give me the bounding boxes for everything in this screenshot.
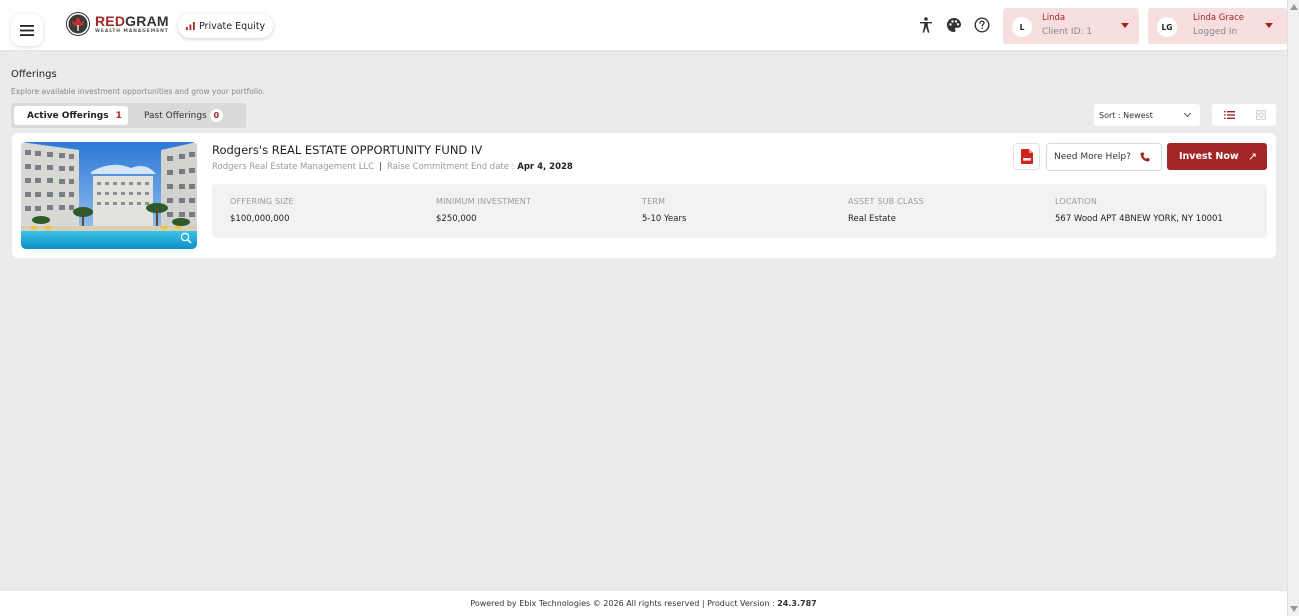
chevron-down-icon [1183, 109, 1192, 118]
user-name: Linda Grace [1193, 13, 1244, 23]
grid-view-button[interactable] [1250, 107, 1272, 123]
sort-dropdown[interactable]: Sort : Newest [1094, 104, 1200, 126]
logo-mark-icon [66, 12, 90, 36]
phone-icon [1140, 152, 1150, 162]
brand-logo[interactable]: REDGRAM WEALTH MANAGEMENT [66, 12, 169, 36]
view-toggle [1212, 104, 1276, 126]
arrow-up-right-icon: ↗ [1247, 150, 1257, 163]
stat-asset-sub-class: ASSET SUB CLASS Real Estate [848, 197, 924, 224]
commitment-date: Apr 4, 2028 [517, 162, 573, 172]
commitment-label: Raise Commitment End date : [386, 162, 515, 172]
offering-title[interactable]: Rodgers's REAL ESTATE OPPORTUNITY FUND I… [212, 143, 482, 157]
palette-icon[interactable] [945, 16, 963, 34]
offering-tabs: Active Offerings 1 Past Offerings 0 [11, 103, 246, 128]
offering-image[interactable] [21, 142, 197, 249]
client-avatar: L [1012, 17, 1032, 37]
product-selector-pill[interactable]: Private Equity [178, 14, 274, 38]
stat-value: 5-10 Years [642, 214, 687, 224]
hamburger-menu-button[interactable] [11, 14, 43, 46]
meta-separator: | [379, 162, 382, 172]
list-view-icon [1223, 111, 1235, 119]
tab-label: Active Offerings [27, 110, 109, 121]
stat-value: 567 Wood APT 4BNEW YORK, NY 10001 [1055, 214, 1223, 224]
offering-meta: Rodgers Real Estate Management LLC | Raise… [212, 162, 573, 172]
invest-now-button[interactable]: Invest Now ↗ [1167, 143, 1267, 170]
accessibility-icon[interactable] [917, 16, 935, 34]
product-pill-label: Private Equity [199, 20, 266, 32]
user-avatar: LG [1157, 17, 1177, 37]
stat-label: MINIMUM INVESTMENT [436, 197, 532, 206]
stat-label: OFFERING SIZE [230, 197, 294, 206]
stat-value: Real Estate [848, 214, 896, 224]
stat-offering-size: OFFERING SIZE $100,000,000 [230, 197, 294, 224]
client-name: Linda [1042, 13, 1066, 23]
client-id: Client ID: 1 [1042, 27, 1093, 37]
brand-name: REDGRAM [95, 12, 169, 29]
stat-label: ASSET SUB CLASS [848, 197, 924, 206]
offering-card[interactable]: Rodgers's REAL ESTATE OPPORTUNITY FUND I… [12, 133, 1276, 258]
caret-down-icon [1265, 23, 1273, 28]
stat-label: TERM [642, 197, 666, 206]
stat-term: TERM 5-10 Years [642, 197, 686, 224]
tab-count-badge: 0 [209, 109, 223, 122]
offering-manager: Rodgers Real Estate Management LLC [212, 162, 375, 172]
vertical-scrollbar[interactable] [1287, 0, 1299, 616]
need-help-button[interactable]: Need More Help? [1046, 143, 1162, 171]
help-circle-icon[interactable] [973, 16, 991, 34]
page-footer: Powered by Ebix Technologies © 2026 All … [0, 590, 1287, 616]
help-label: Need More Help? [1054, 152, 1131, 162]
stat-location: LOCATION 567 Wood APT 4BNEW YORK, NY 100… [1055, 197, 1223, 224]
user-status: Logged In [1193, 27, 1238, 37]
footer-text: Powered by Ebix Technologies © 2026 All … [470, 599, 775, 608]
stat-value: $100,000,000 [230, 214, 290, 224]
brand-tagline: WEALTH MANAGEMENT [95, 28, 169, 34]
tab-past-offerings[interactable]: Past Offerings 0 [144, 106, 223, 125]
caret-down-icon [1121, 23, 1129, 28]
scroll-up-arrow-icon[interactable] [1290, 4, 1298, 10]
offering-stats: OFFERING SIZE $100,000,000 MINIMUM INVES… [212, 184, 1267, 238]
sort-value: Sort : Newest [1099, 110, 1153, 120]
stat-label: LOCATION [1055, 197, 1098, 206]
tab-count: 1 [115, 110, 122, 121]
invest-label: Invest Now [1179, 151, 1239, 162]
grid-view-icon [1256, 110, 1266, 120]
pdf-file-icon [1020, 149, 1033, 164]
page-subtitle: Explore available investment opportuniti… [11, 87, 265, 96]
tab-label: Past Offerings [144, 110, 207, 121]
page-title: Offerings [11, 69, 57, 80]
pdf-download-button[interactable] [1013, 143, 1040, 170]
bar-chart-icon [186, 22, 195, 30]
user-menu[interactable]: LG Linda Grace Logged In [1148, 8, 1287, 44]
scroll-down-arrow-icon[interactable] [1290, 606, 1298, 612]
stat-value: $250,000 [436, 214, 477, 224]
client-selector[interactable]: L Linda Client ID: 1 [1003, 8, 1139, 44]
product-version: 24.3.787 [777, 599, 817, 608]
list-view-button[interactable] [1218, 107, 1240, 123]
top-header: REDGRAM WEALTH MANAGEMENT Private Equity [0, 0, 1287, 51]
tab-active-offerings[interactable]: Active Offerings 1 [14, 106, 128, 125]
menu-icon [20, 24, 34, 36]
stat-minimum-investment: MINIMUM INVESTMENT $250,000 [436, 197, 531, 224]
